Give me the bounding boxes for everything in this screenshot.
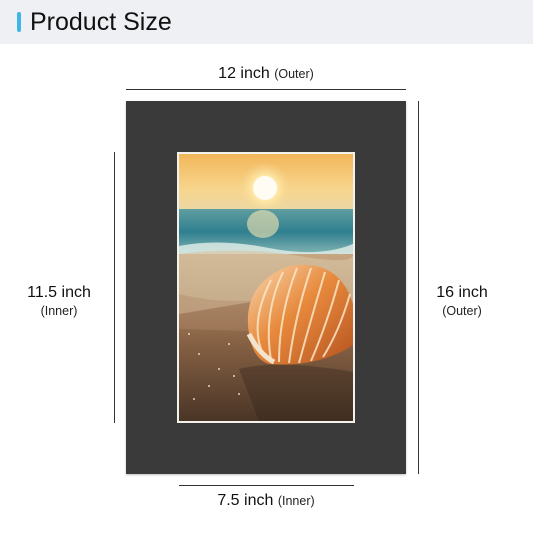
seashell-photo-image <box>179 154 353 421</box>
right-dimension-note: (Outer) <box>442 304 482 318</box>
right-dimension-label: 16 inch (Outer) <box>422 283 502 319</box>
top-dimension-line <box>126 89 406 90</box>
bottom-dimension-label: 7.5 inch (Inner) <box>156 492 376 510</box>
left-dimension-note: (Inner) <box>40 304 78 318</box>
page-title: Product Size <box>30 8 172 36</box>
bottom-dimension-value: 7.5 inch <box>217 492 274 509</box>
right-dimension-line <box>418 101 419 474</box>
bottom-dimension-line <box>179 485 354 486</box>
left-dimension-line <box>114 152 115 423</box>
left-dimension-value: 11.5 inch <box>27 284 91 301</box>
top-dimension-label: 12 inch (Outer) <box>156 65 376 83</box>
frame-photo <box>177 152 355 423</box>
header-bar: Product Size <box>0 0 533 44</box>
right-dimension-value: 16 inch <box>436 284 488 301</box>
accent-bar <box>17 12 21 32</box>
bottom-dimension-note: (Inner) <box>277 494 315 508</box>
top-dimension-note: (Outer) <box>274 67 314 81</box>
top-dimension-value: 12 inch <box>218 65 270 82</box>
left-dimension-label: 11.5 inch (Inner) <box>14 283 104 319</box>
